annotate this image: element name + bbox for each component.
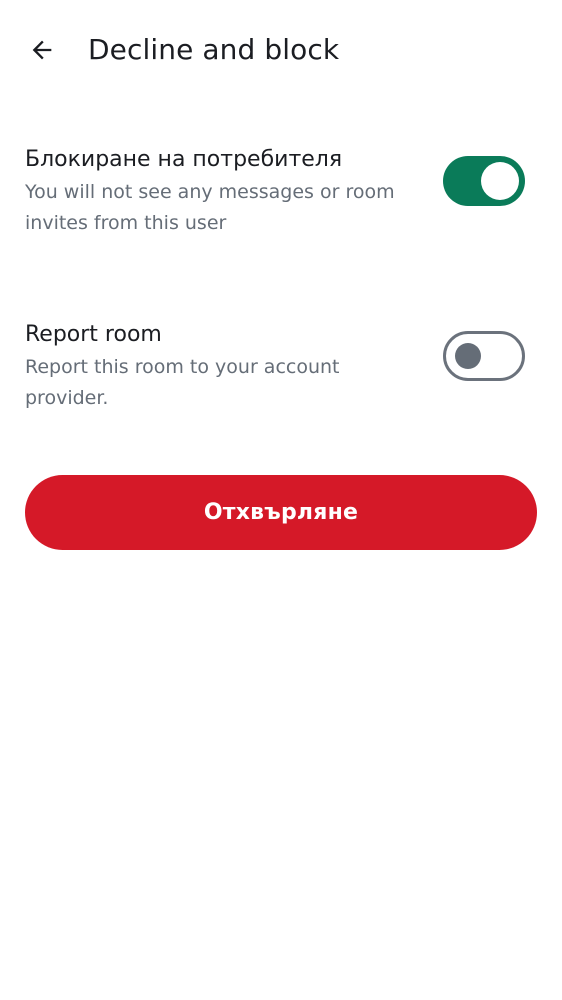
- toggle-knob: [481, 162, 519, 200]
- report-room-toggle[interactable]: [443, 331, 525, 381]
- back-button[interactable]: [18, 26, 66, 74]
- block-user-text: Блокиране на потребителя You will not se…: [25, 145, 425, 239]
- top-app-bar: Decline and block: [0, 0, 562, 100]
- report-room-title: Report room: [25, 322, 162, 347]
- arrow-left-icon: [32, 40, 52, 60]
- decline-button[interactable]: Отхвърляне: [25, 475, 537, 550]
- report-room-description: Report this room to your account provide…: [25, 356, 340, 409]
- toggle-knob: [455, 343, 481, 369]
- block-user-description: You will not see any messages or room in…: [25, 181, 395, 234]
- page-title: Decline and block: [88, 33, 340, 66]
- report-room-text: Report room Report this room to your acc…: [25, 320, 425, 414]
- block-user-title: Блокиране на потребителя: [25, 147, 343, 172]
- block-user-toggle[interactable]: [443, 156, 525, 206]
